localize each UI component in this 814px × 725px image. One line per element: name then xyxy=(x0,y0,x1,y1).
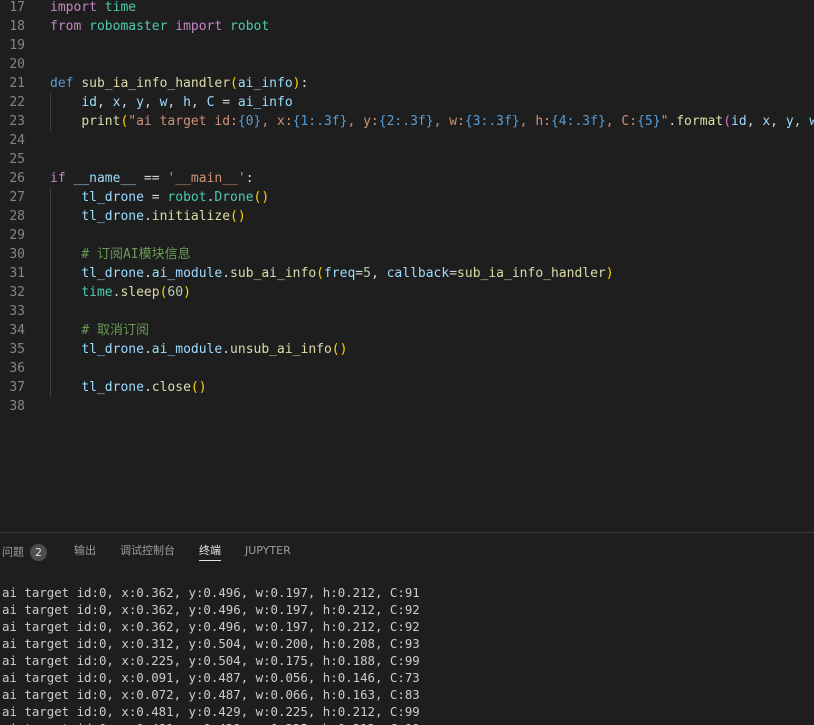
code-line[interactable]: 24 xyxy=(0,131,814,150)
line-number: 34 xyxy=(9,323,25,338)
tab-jupyter[interactable]: JUPYTER xyxy=(245,544,291,564)
terminal-line: ai target id:0, x:0.481, y:0.429, w:0.22… xyxy=(2,704,420,719)
code-text: tl_drone.initialize() xyxy=(81,209,246,224)
tab-problems-label: 问题 xyxy=(2,545,24,559)
line-number: 26 xyxy=(9,171,25,186)
line-number: 20 xyxy=(9,57,25,72)
code-text: tl_drone.close() xyxy=(81,380,207,395)
code-line[interactable]: 23 print("ai target id:{0}, x:{1:.3f}, y… xyxy=(0,112,814,131)
code-line[interactable]: 18 from robomaster import robot xyxy=(0,17,814,36)
code-line[interactable]: 19 xyxy=(0,36,814,55)
code-line[interactable]: 33 xyxy=(0,302,814,321)
line-number: 17 xyxy=(9,0,25,15)
bottom-panel: 问题 2 输出 调试控制台 终端 JUPYTER ai target id:0, … xyxy=(0,532,814,725)
code-line[interactable]: 22 id, x, y, w, h, C = ai_info xyxy=(0,93,814,112)
code-text: import time xyxy=(50,0,137,15)
code-text: from robomaster import robot xyxy=(50,19,270,34)
code-line[interactable]: 35 tl_drone.ai_module.unsub_ai_info() xyxy=(0,340,814,359)
problems-count-badge: 2 xyxy=(30,544,47,561)
line-number: 29 xyxy=(9,228,25,243)
line-number: 37 xyxy=(9,380,25,395)
line-number: 27 xyxy=(9,190,25,205)
code-line[interactable]: 21 def sub_ia_info_handler(ai_info): xyxy=(0,74,814,93)
code-text: time.sleep(60) xyxy=(81,285,191,300)
terminal-line: ai target id:0, x:0.072, y:0.487, w:0.06… xyxy=(2,687,420,702)
code-text: def sub_ia_info_handler(ai_info): xyxy=(50,76,309,91)
code-text: # 订阅AI模块信息 xyxy=(81,247,191,262)
code-text: tl_drone.ai_module.unsub_ai_info() xyxy=(81,342,348,357)
panel-tabs: 问题 2 输出 调试控制台 终端 JUPYTER xyxy=(0,533,814,571)
tab-problems[interactable]: 问题 2 xyxy=(2,544,47,564)
terminal-line: ai target id:0, x:0.481, y:0.429, w:0.22… xyxy=(2,720,420,725)
tab-debug-console[interactable]: 调试控制台 xyxy=(120,544,175,564)
terminal-line: ai target id:0, x:0.362, y:0.496, w:0.19… xyxy=(2,585,420,600)
tab-jupyter-label: JUPYTER xyxy=(245,544,291,557)
line-number: 18 xyxy=(9,19,25,34)
line-number: 23 xyxy=(9,114,25,129)
line-number: 24 xyxy=(9,133,25,148)
code-line[interactable]: 20 xyxy=(0,55,814,74)
code-line[interactable]: 26 if __name__ == '__main__': xyxy=(0,169,814,188)
terminal-line: ai target id:0, x:0.362, y:0.496, w:0.19… xyxy=(2,602,420,617)
indent-guide xyxy=(50,93,51,131)
code-line[interactable]: 32 time.sleep(60) xyxy=(0,283,814,302)
code-text: if __name__ == '__main__': xyxy=(50,171,254,186)
line-number: 36 xyxy=(9,361,25,376)
terminal-line: ai target id:0, x:0.091, y:0.487, w:0.05… xyxy=(2,670,420,685)
code-line[interactable]: 17 import time xyxy=(0,0,814,17)
line-number: 22 xyxy=(9,95,25,110)
line-number: 32 xyxy=(9,285,25,300)
code-text: print("ai target id:{0}, x:{1:.3f}, y:{2… xyxy=(81,114,814,129)
code-editor[interactable]: 17 import time 18 from robomaster import ro… xyxy=(0,0,814,532)
line-number: 28 xyxy=(9,209,25,224)
terminal-line: ai target id:0, x:0.225, y:0.504, w:0.17… xyxy=(2,653,420,668)
terminal-line: ai target id:0, x:0.312, y:0.504, w:0.20… xyxy=(2,636,420,651)
line-number: 35 xyxy=(9,342,25,357)
tab-debug-console-label: 调试控制台 xyxy=(120,544,175,557)
line-number: 25 xyxy=(9,152,25,167)
code-line[interactable]: 28 tl_drone.initialize() xyxy=(0,207,814,226)
code-line[interactable]: 25 xyxy=(0,150,814,169)
line-number: 30 xyxy=(9,247,25,262)
line-number: 19 xyxy=(9,38,25,53)
code-text: id, x, y, w, h, C = ai_info xyxy=(81,95,293,110)
line-number: 21 xyxy=(9,76,25,91)
line-number: 33 xyxy=(9,304,25,319)
line-number: 38 xyxy=(9,399,25,414)
code-line[interactable]: 34 # 取消订阅 xyxy=(0,321,814,340)
indent-guide xyxy=(50,188,51,397)
code-line[interactable]: 36 xyxy=(0,359,814,378)
code-text: # 取消订阅 xyxy=(81,323,149,338)
tab-terminal-label: 终端 xyxy=(199,544,221,557)
terminal-line: ai target id:0, x:0.362, y:0.496, w:0.19… xyxy=(2,619,420,634)
tab-output-label: 输出 xyxy=(74,544,96,557)
tab-terminal[interactable]: 终端 xyxy=(199,544,221,561)
code-line[interactable]: 38 xyxy=(0,397,814,416)
code-line[interactable]: 29 xyxy=(0,226,814,245)
code-text: tl_drone.ai_module.sub_ai_info(freq=5, c… xyxy=(81,266,614,281)
line-number: 31 xyxy=(9,266,25,281)
code-line[interactable]: 30 # 订阅AI模块信息 xyxy=(0,245,814,264)
code-line[interactable]: 37 tl_drone.close() xyxy=(0,378,814,397)
code-text: tl_drone = robot.Drone() xyxy=(81,190,270,205)
code-line[interactable]: 31 tl_drone.ai_module.sub_ai_info(freq=5… xyxy=(0,264,814,283)
code-line[interactable]: 27 tl_drone = robot.Drone() xyxy=(0,188,814,207)
tab-output[interactable]: 输出 xyxy=(74,544,96,564)
